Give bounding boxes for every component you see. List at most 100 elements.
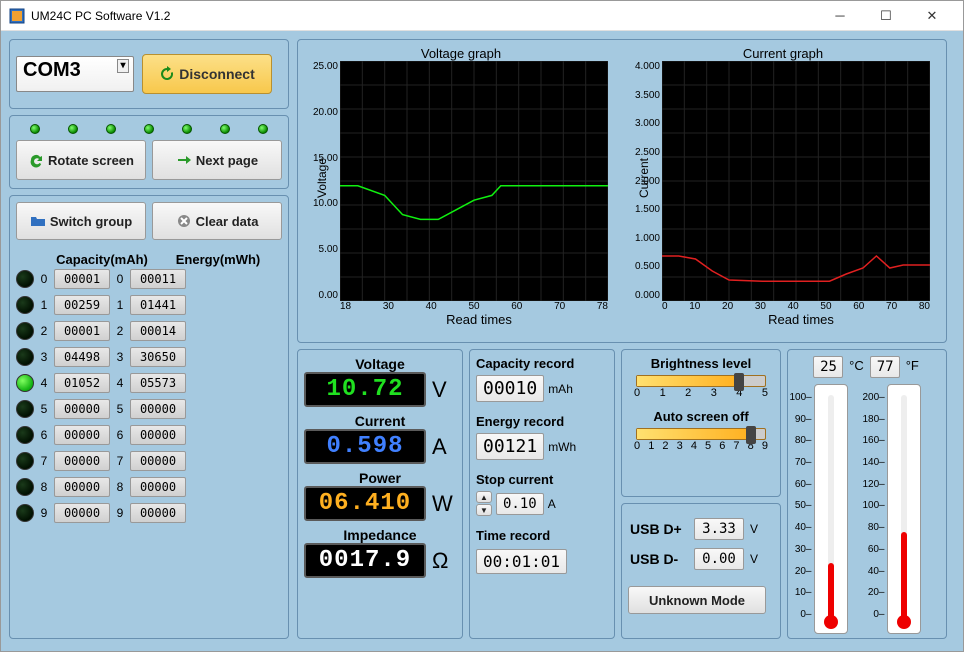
group-index: 4 [38,376,50,390]
dropdown-icon[interactable]: ▾ [117,59,129,73]
group-indicator [16,322,34,340]
group-capacity[interactable]: 00000 [54,451,110,471]
group-capacity[interactable]: 00000 [54,503,110,523]
voltage-label: Voltage [304,356,456,372]
maximize-button[interactable]: ☐ [863,2,909,30]
stop-current-value[interactable]: 0.10 [496,493,544,515]
connection-panel: COM3 ▾ Disconnect [9,39,289,109]
impedance-unit: Ω [432,548,456,574]
usb-dminus-value: 0.00 [694,548,744,570]
minimize-button[interactable]: ─ [817,2,863,30]
group-indicator [16,374,34,392]
energy-record-unit: mWh [548,440,576,454]
group-row-0: 0 00001 0 00011 [16,269,282,289]
group-indicator [16,478,34,496]
group-row-6: 6 00000 6 00000 [16,425,282,445]
group-index-r: 8 [114,480,126,494]
readings-panel: Voltage 10.72V Current 0.598A Power 06.4… [297,349,463,639]
current-value: 0.598 [304,429,426,464]
group-row-8: 8 00000 8 00000 [16,477,282,497]
energy-record-label: Energy record [476,414,608,429]
group-index-r: 4 [114,376,126,390]
content-area: COM3 ▾ Disconnect Rotate screen [1,31,963,651]
rotate-screen-button[interactable]: Rotate screen [16,140,146,180]
brightness-slider[interactable] [636,375,766,387]
group-capacity[interactable]: 01052 [54,373,110,393]
time-record-label: Time record [476,528,608,543]
brightness-label: Brightness level [628,356,774,371]
capacity-header: Capacity(mAh) [52,252,152,267]
com-port-select[interactable]: COM3 ▾ [16,56,134,92]
auto-off-label: Auto screen off [628,409,774,424]
temp-c-unit: °C [847,356,866,378]
group-energy[interactable]: 00000 [130,503,186,523]
group-capacity[interactable]: 00000 [54,425,110,445]
nav-panel: Rotate screen Next page [9,115,289,189]
temperature-panel: 25 °C 77 °F 100–90–80–70–60–50–40–30–20–… [787,349,947,639]
group-index: 5 [38,402,50,416]
switch-group-button[interactable]: Switch group [16,202,146,240]
group-capacity[interactable]: 04498 [54,347,110,367]
voltage-xlabel: Read times [340,312,618,327]
group-energy[interactable]: 00000 [130,477,186,497]
impedance-value: 0017.9 [304,543,426,578]
next-page-button[interactable]: Next page [152,140,282,180]
usb-dminus-label: USB D- [630,551,688,567]
clear-icon [176,213,192,229]
capacity-record-label: Capacity record [476,356,608,371]
led-row [16,122,282,136]
group-energy[interactable]: 00000 [130,425,186,445]
usb-dplus-value: 3.33 [694,518,744,540]
thermometer-fahrenheit [887,384,921,634]
current-chart [662,61,930,301]
usb-dplus-unit: V [750,522,758,536]
group-index-r: 3 [114,350,126,364]
voltage-value: 10.72 [304,372,426,407]
capacity-record-value: 00010 [476,375,544,402]
thermometer-celsius [814,384,848,634]
voltage-unit: V [432,377,456,403]
group-index-r: 5 [114,402,126,416]
group-capacity[interactable]: 00000 [54,399,110,419]
record-panel: Capacity record 00010 mAh Energy record 0… [469,349,615,639]
current-xlabel: Read times [662,312,940,327]
group-energy[interactable]: 00000 [130,451,186,471]
close-button[interactable]: ✕ [909,2,955,30]
rotate-icon [28,152,44,168]
group-row-2: 2 00001 2 00014 [16,321,282,341]
group-index: 0 [38,272,50,286]
charts-panel: Voltage graph Voltage 25.0020.0015.0010.… [297,39,947,343]
capacity-record-unit: mAh [548,382,573,396]
group-energy[interactable]: 00000 [130,399,186,419]
com-port-value: COM3 [23,59,81,81]
refresh-icon [159,66,175,82]
group-index: 2 [38,324,50,338]
group-capacity[interactable]: 00001 [54,321,110,341]
voltage-ylabel: Voltage [315,158,329,198]
group-energy[interactable]: 01441 [130,295,186,315]
usb-mode-button[interactable]: Unknown Mode [628,586,766,614]
stop-current-up[interactable]: ▲ [476,491,492,503]
group-capacity[interactable]: 00001 [54,269,110,289]
power-value: 06.410 [304,486,426,521]
disconnect-button[interactable]: Disconnect [142,54,272,94]
usb-panel: USB D+ 3.33 V USB D- 0.00 V Unknown Mode [621,503,781,639]
auto-off-slider[interactable] [636,428,766,440]
current-ylabel: Current [637,158,651,198]
clear-data-button[interactable]: Clear data [152,202,282,240]
group-row-9: 9 00000 9 00000 [16,503,282,523]
group-energy[interactable]: 05573 [130,373,186,393]
group-energy[interactable]: 30650 [130,347,186,367]
group-capacity[interactable]: 00000 [54,477,110,497]
group-row-3: 3 04498 3 30650 [16,347,282,367]
group-indicator [16,504,34,522]
app-icon [9,8,25,24]
group-index-r: 7 [114,454,126,468]
group-energy[interactable]: 00011 [130,269,186,289]
group-capacity[interactable]: 00259 [54,295,110,315]
group-energy[interactable]: 00014 [130,321,186,341]
group-index: 3 [38,350,50,364]
led-0 [30,124,40,134]
group-index: 6 [38,428,50,442]
stop-current-down[interactable]: ▼ [476,504,492,516]
